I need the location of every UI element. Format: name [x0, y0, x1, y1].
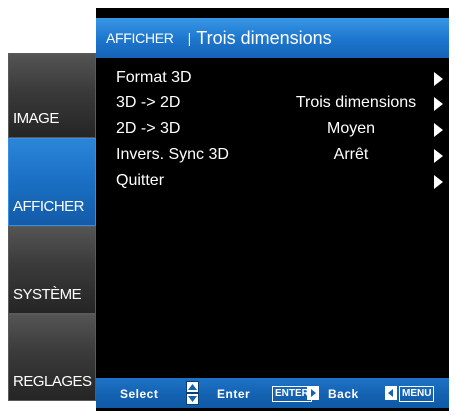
menu-item-value: Arrêt: [333, 146, 369, 163]
arrow-right-icon: [434, 72, 443, 86]
tab-display-label: AFFICHER: [13, 198, 85, 215]
arrow-right-icon: [434, 97, 443, 111]
menu-item-3d-to-2d[interactable]: 3D -> 2D Trois dimensions: [96, 91, 449, 117]
menu-item-label: 2D -> 3D: [116, 120, 181, 137]
up-down-keys-icon: [186, 381, 199, 405]
menu-item-invert-sync-3d[interactable]: Invers. Sync 3D Arrêt: [96, 143, 449, 169]
menu-key-icon: MENU: [399, 386, 435, 402]
footer-hint-bar: Select Enter ENTER Back MENU: [96, 378, 449, 408]
enter-key-icon: ENTER: [272, 386, 312, 402]
menu-item-2d-to-3d[interactable]: 2D -> 3D Moyen: [96, 117, 449, 143]
tab-image-label: IMAGE: [13, 110, 59, 127]
header-separator: |: [187, 30, 192, 46]
menu-item-quit[interactable]: Quitter: [96, 169, 449, 195]
arrow-right-icon: [434, 123, 443, 137]
tab-setup-label: REGLAGES: [13, 373, 92, 390]
header-section: AFFICHER: [106, 30, 174, 46]
footer-back-label: Back: [328, 387, 359, 401]
menu-item-value: Trois dimensions: [295, 94, 417, 111]
menu-item-label: 3D -> 2D: [116, 94, 181, 111]
menu-item-label: Quitter: [116, 172, 165, 189]
right-arrow-key-icon: [307, 386, 319, 400]
tab-image[interactable]: IMAGE: [8, 53, 96, 138]
footer-select-label: Select: [120, 387, 159, 401]
tab-display[interactable]: AFFICHER: [8, 138, 96, 226]
tab-system-label: SYSTÈME: [13, 286, 82, 303]
menu-item-label: Format 3D: [116, 69, 192, 86]
arrow-right-icon: [434, 149, 443, 163]
menu-item-format-3d[interactable]: Format 3D: [96, 66, 449, 92]
footer-enter-label: Enter: [217, 387, 251, 401]
left-arrow-key-icon: [385, 386, 397, 400]
header-title: Trois dimensions: [196, 27, 332, 48]
panel-header: AFFICHER | Trois dimensions: [96, 18, 449, 58]
arrow-right-icon: [434, 175, 443, 189]
tab-system[interactable]: SYSTÈME: [8, 226, 96, 314]
osd-menu: IMAGE AFFICHER SYSTÈME REGLAGES AFFICHER…: [0, 0, 455, 418]
menu-panel: AFFICHER | Trois dimensions Format 3D 3D…: [96, 8, 449, 411]
menu-item-label: Invers. Sync 3D: [116, 146, 229, 163]
tab-setup[interactable]: REGLAGES: [8, 314, 96, 401]
menu-item-value: Moyen: [326, 120, 376, 137]
